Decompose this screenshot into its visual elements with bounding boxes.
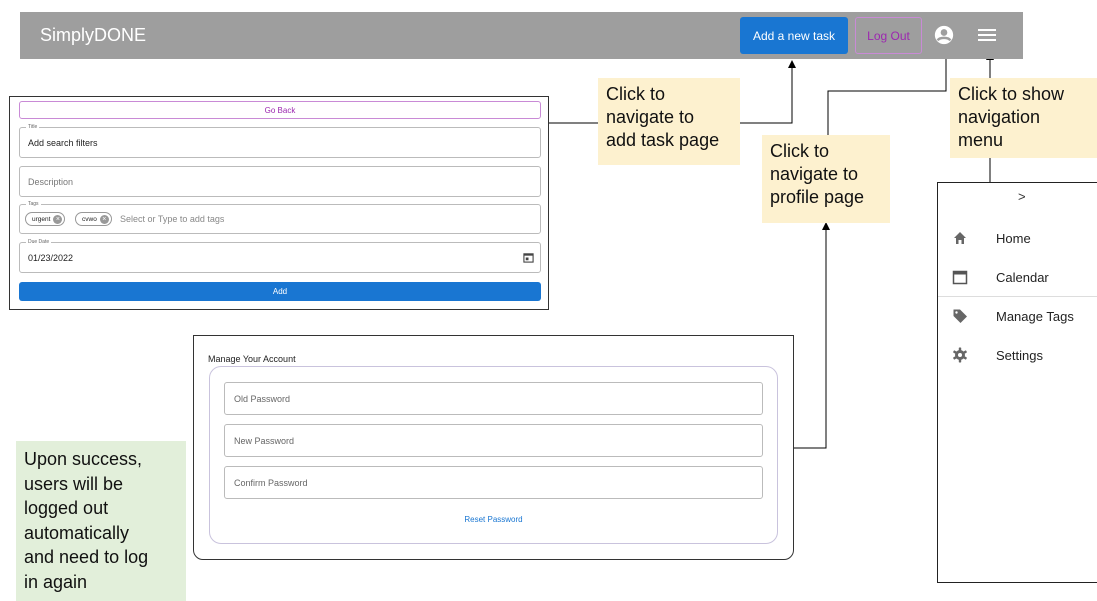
callout-line: menu (958, 130, 1004, 150)
manage-account-title: Manage Your Account (208, 354, 296, 364)
home-icon (954, 232, 966, 244)
drawer-collapse-chevron-icon[interactable]: > (1018, 189, 1026, 204)
remove-tag-icon[interactable]: × (53, 215, 63, 224)
callout-profile: Click to navigate to profile page (762, 135, 890, 223)
callout-add-task: Click to navigate to add task page (598, 78, 740, 165)
callout-line: navigation (958, 107, 1041, 127)
callout-line: logged out (24, 498, 109, 518)
brand-title: SimplyDONE (40, 25, 147, 45)
app-bar: SimplyDONE Add a new task Log Out (20, 12, 1023, 59)
drawer-item-calendar[interactable]: Calendar (938, 262, 1097, 292)
callout-line: automatically (24, 522, 130, 543)
confirm-password-input[interactable]: Confirm Password (224, 466, 763, 499)
callout-line: Click to (770, 141, 830, 161)
drawer-item-home[interactable]: Home (938, 223, 1097, 253)
tag-chip-label: cvwo (82, 216, 97, 223)
old-password-input[interactable]: Old Password (224, 382, 763, 415)
account-circle-icon[interactable] (934, 25, 954, 45)
go-back-button[interactable]: Go Back (19, 101, 541, 119)
drawer-item-label: Manage Tags (996, 309, 1074, 324)
callout-nav-menu: Click to show navigation menu (950, 78, 1097, 158)
callout-line: and need to log (24, 547, 149, 567)
new-password-input[interactable]: New Password (224, 424, 763, 457)
new-password-placeholder: New Password (234, 436, 295, 446)
drawer-item-label: Home (996, 231, 1031, 246)
remove-tag-icon[interactable]: × (99, 215, 109, 224)
confirm-password-placeholder: Confirm Password (234, 478, 308, 488)
due-date-label: Due Date (26, 239, 52, 245)
title-value: Add search filters (28, 138, 98, 148)
callout-success-note: Upon success, users will be logged out a… (16, 441, 186, 601)
title-field[interactable]: Title Add search filters (19, 124, 541, 158)
tag-chip[interactable]: cvwo × (75, 212, 112, 226)
hamburger-menu-icon[interactable] (978, 27, 996, 43)
description-field[interactable]: Description (19, 166, 541, 197)
password-card: Old Password New Password Confirm Passwo… (209, 366, 778, 544)
calendar-icon (952, 270, 968, 285)
drawer-item-manage-tags[interactable]: Manage Tags (938, 301, 1097, 331)
callout-line: users will be (24, 473, 124, 494)
callout-line: add task page (606, 130, 720, 150)
callout-line: Click to (606, 84, 666, 104)
title-label: Title (26, 124, 40, 130)
add-task-submit-button[interactable]: Add (19, 282, 541, 301)
gear-icon (953, 347, 967, 363)
callout-line: navigate to (770, 164, 859, 184)
drawer-item-settings[interactable]: Settings (938, 340, 1097, 370)
tag-chip-label: urgent (32, 216, 51, 223)
callout-line: Click to show (958, 84, 1065, 104)
tag-icon (953, 309, 967, 323)
due-date-value: 01/23/2022 (28, 253, 74, 263)
callout-line: Upon success, (24, 449, 143, 469)
logout-button[interactable]: Log Out (855, 17, 922, 54)
drawer-item-label: Settings (996, 348, 1043, 363)
callout-line: navigate to (606, 107, 695, 127)
add-new-task-button[interactable]: Add a new task (740, 17, 848, 54)
due-date-field[interactable]: Due Date 01/23/2022 (19, 239, 541, 273)
drawer-divider (938, 296, 1097, 297)
navigation-drawer: > Home Calendar Manage Tags Settings (937, 182, 1097, 583)
reset-password-button[interactable]: Reset Password (210, 515, 777, 524)
tags-placeholder: Select or Type to add tags (120, 214, 225, 224)
callout-line: in again (24, 571, 88, 592)
tags-label: Tags (26, 201, 41, 207)
tags-field[interactable]: Tags urgent × cvwo × Select or Type to a… (19, 201, 541, 234)
description-placeholder: Description (28, 177, 74, 187)
add-task-form: Go Back Title Add search filters Descrip… (9, 96, 549, 310)
callout-line: profile page (770, 187, 865, 207)
manage-account-panel: Manage Your Account Old Password New Pas… (193, 335, 794, 560)
drawer-item-label: Calendar (996, 270, 1049, 285)
tag-chip[interactable]: urgent × (25, 212, 66, 226)
calendar-icon[interactable] (523, 252, 534, 263)
old-password-placeholder: Old Password (234, 394, 291, 404)
